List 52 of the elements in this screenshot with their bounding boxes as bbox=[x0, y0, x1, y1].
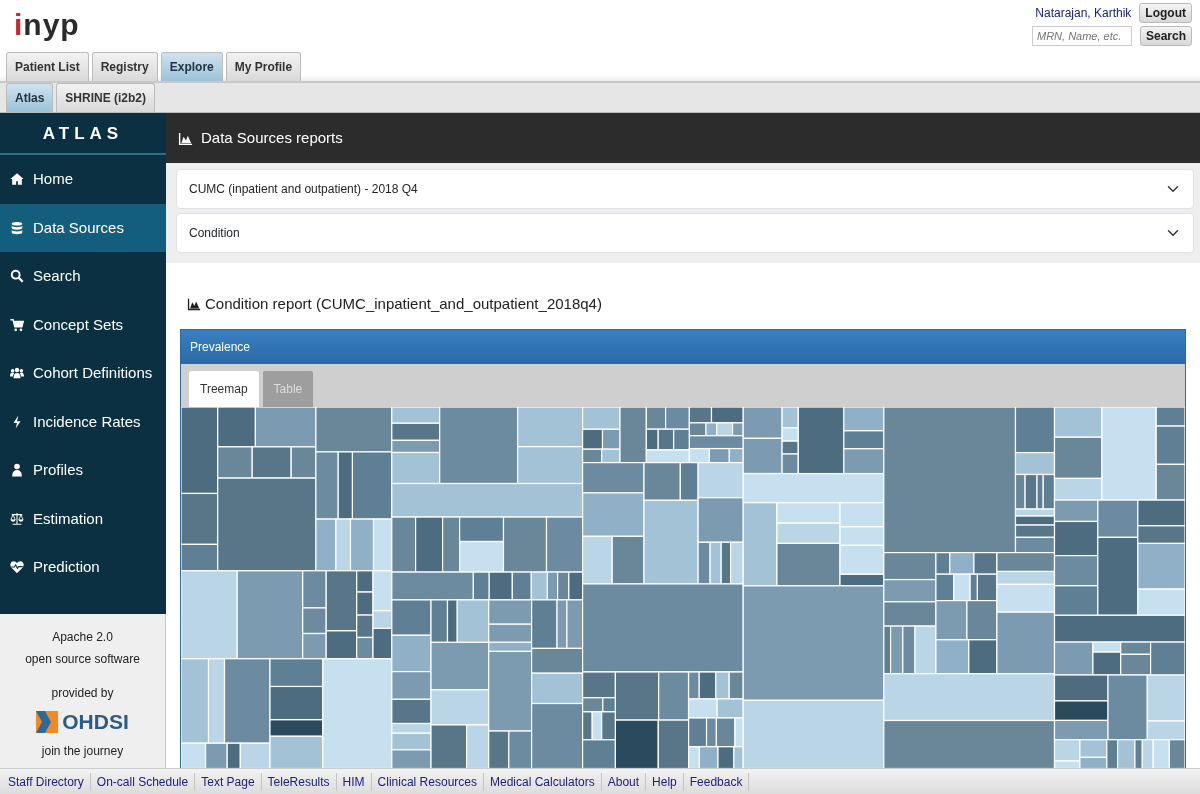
panel-header: Prevalence bbox=[181, 329, 1185, 364]
provided-by-text: provided by bbox=[50, 685, 115, 702]
sub-tab[interactable]: Atlas bbox=[6, 83, 54, 112]
footer-link[interactable]: Help bbox=[646, 772, 684, 791]
footer-link[interactable]: Text Page bbox=[195, 772, 262, 791]
sidebar-item[interactable]: Profiles bbox=[0, 446, 166, 495]
sidebar-item[interactable]: Concept Sets bbox=[0, 300, 166, 349]
sidebar-item[interactable]: Estimation bbox=[0, 494, 166, 543]
home-icon bbox=[10, 172, 24, 187]
footer-link[interactable]: TeleResults bbox=[261, 772, 337, 791]
search-button[interactable]: Search bbox=[1139, 26, 1192, 46]
footer-link[interactable]: Feedback bbox=[683, 772, 750, 791]
heartbeat-icon bbox=[10, 560, 24, 575]
cart-icon bbox=[10, 317, 24, 332]
database-icon bbox=[10, 220, 24, 235]
view-tab[interactable]: Treemap bbox=[189, 370, 259, 407]
nav-tab[interactable]: Explore bbox=[160, 52, 223, 81]
report-title: Condition report (CUMC_inpatient_and_outpatient_2018q4) bbox=[205, 294, 602, 314]
user-name-link[interactable]: Natarajan, Karthik bbox=[1035, 4, 1132, 22]
nav-tab[interactable]: Registry bbox=[91, 52, 158, 81]
organization-name: OHDSI bbox=[62, 709, 129, 735]
data-source-select[interactable]: CUMC (inpatient and outpatient) - 2018 Q4 bbox=[176, 169, 1194, 209]
ohdsi-logo-icon bbox=[36, 710, 59, 733]
nav-tab[interactable]: My Profile bbox=[225, 52, 302, 81]
sidebar-item[interactable]: Cohort Definitions bbox=[0, 349, 166, 398]
footer-link[interactable]: On-call Schedule bbox=[90, 772, 196, 791]
search-icon bbox=[10, 269, 24, 284]
nav-tab[interactable]: Patient List bbox=[6, 52, 89, 81]
sidebar-item[interactable]: Prediction bbox=[0, 543, 166, 592]
sub-tab[interactable]: SHRINE (i2b2) bbox=[56, 83, 156, 112]
search-field[interactable]: MRN, Name, etc. bbox=[1031, 26, 1132, 46]
join-link[interactable]: join the journey bbox=[41, 743, 124, 758]
footer-link[interactable]: Clinical Resources bbox=[371, 772, 484, 791]
footer-link[interactable]: Medical Calculators bbox=[484, 772, 602, 791]
logout-button[interactable]: Logout bbox=[1139, 3, 1192, 23]
people-icon bbox=[10, 366, 24, 381]
footer-link[interactable]: Staff Directory bbox=[2, 772, 91, 791]
license-text: open source software bbox=[24, 651, 141, 668]
chart-icon bbox=[178, 130, 193, 146]
sidebar-item[interactable]: Search bbox=[0, 252, 166, 301]
chart-icon bbox=[187, 297, 201, 312]
logo: inyp bbox=[13, 7, 80, 43]
report-type-select[interactable]: Condition bbox=[176, 213, 1194, 253]
footer-link[interactable]: About bbox=[601, 772, 647, 791]
scales-icon bbox=[10, 511, 24, 526]
person-icon bbox=[10, 463, 24, 478]
sidebar-item[interactable]: Home bbox=[0, 155, 166, 204]
footer-link[interactable]: HIM bbox=[336, 772, 372, 791]
page-title: Data Sources reports bbox=[201, 127, 343, 148]
license-link[interactable]: Apache 2.0 bbox=[52, 630, 113, 644]
sidebar-item[interactable]: Incidence Rates bbox=[0, 397, 166, 446]
sidebar-item[interactable]: Data Sources bbox=[0, 203, 166, 252]
